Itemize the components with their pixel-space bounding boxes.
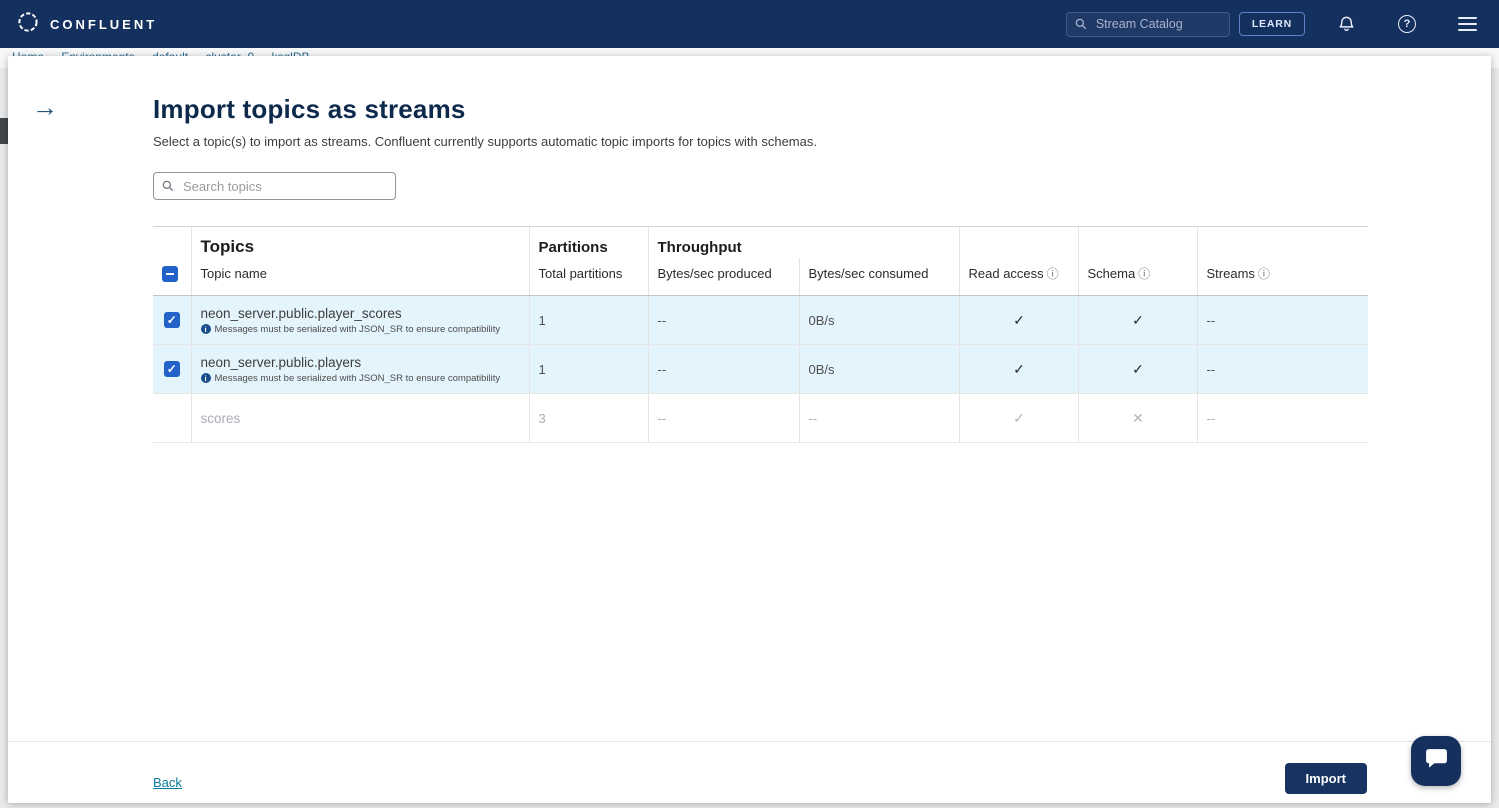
- check-icon: ✓: [1013, 361, 1025, 377]
- stream-catalog-input[interactable]: [1066, 12, 1230, 37]
- topic-search-input[interactable]: [153, 172, 396, 200]
- search-icon: [161, 179, 175, 198]
- collapse-panel-arrow-icon[interactable]: →: [32, 94, 58, 120]
- check-icon: ✓: [1132, 312, 1144, 328]
- row-checkbox-cell: [153, 296, 191, 345]
- info-icon[interactable]: ⓘ: [1258, 267, 1270, 281]
- cell-schema: ✓: [1078, 345, 1197, 394]
- cell-bytes-consumed: 0B/s: [799, 345, 959, 394]
- confluent-logo[interactable]: CONFLUENT: [16, 10, 157, 39]
- cell-streams: --: [1197, 296, 1368, 345]
- cell-streams: --: [1197, 345, 1368, 394]
- row-checkbox-cell: [153, 394, 191, 443]
- topics-table: Topics Partitions Throughput Topic name …: [153, 226, 1368, 443]
- notifications-bell-icon[interactable]: [1337, 15, 1356, 34]
- col-header-streams: Streamsⓘ: [1197, 258, 1368, 296]
- table-row[interactable]: neon_server.public.player_scores i Messa…: [153, 296, 1368, 345]
- col-header-topic-name: Topic name: [191, 258, 529, 296]
- cell-topic-name: scores: [191, 394, 529, 443]
- cell-bytes-consumed: 0B/s: [799, 296, 959, 345]
- cell-bytes-produced: --: [648, 394, 799, 443]
- col-header-read-access: Read accessⓘ: [959, 258, 1078, 296]
- import-button[interactable]: Import: [1285, 763, 1367, 794]
- check-icon: ✓: [1132, 361, 1144, 377]
- chat-widget-button[interactable]: [1411, 736, 1461, 786]
- row-checkbox[interactable]: [164, 312, 180, 328]
- select-all-checkbox[interactable]: [162, 266, 178, 282]
- table-row[interactable]: neon_server.public.players i Messages mu…: [153, 345, 1368, 394]
- cell-bytes-produced: --: [648, 345, 799, 394]
- topic-search: [153, 172, 396, 200]
- confluent-mark-icon: [16, 10, 40, 39]
- col-header-bytes-consumed: Bytes/sec consumed: [799, 258, 959, 296]
- group-header-throughput: Throughput: [648, 227, 959, 259]
- group-header-partitions: Partitions: [529, 227, 648, 259]
- import-topics-panel: → Import topics as streams Select a topi…: [8, 56, 1491, 803]
- cell-streams: --: [1197, 394, 1368, 443]
- check-icon: ✓: [1013, 312, 1025, 328]
- info-icon[interactable]: ⓘ: [1047, 267, 1059, 281]
- cell-bytes-consumed: --: [799, 394, 959, 443]
- row-checkbox-cell: [153, 345, 191, 394]
- info-icon[interactable]: ⓘ: [1138, 267, 1150, 281]
- cross-icon: ✕: [1132, 410, 1144, 426]
- cell-read-access: ✓: [959, 345, 1078, 394]
- cell-schema: ✕: [1078, 394, 1197, 443]
- cell-partitions: 1: [529, 296, 648, 345]
- header-spacer: [153, 227, 191, 259]
- cell-partitions: 1: [529, 345, 648, 394]
- table-row: scores 3 -- -- ✓ ✕ --: [153, 394, 1368, 443]
- info-icon: i: [201, 324, 211, 334]
- group-header-topics: Topics: [191, 227, 529, 259]
- info-icon: i: [201, 373, 211, 383]
- cell-read-access: ✓: [959, 394, 1078, 443]
- top-navbar: CONFLUENT LEARN ?: [0, 0, 1499, 48]
- check-icon: ✓: [1013, 410, 1025, 426]
- row-checkbox[interactable]: [164, 361, 180, 377]
- serialization-note: i Messages must be serialized with JSON_…: [201, 373, 521, 384]
- col-header-schema: Schemaⓘ: [1078, 258, 1197, 296]
- page-title: Import topics as streams: [153, 94, 1368, 125]
- menu-hamburger-icon[interactable]: [1458, 17, 1477, 31]
- cell-topic-name: neon_server.public.players i Messages mu…: [191, 345, 529, 394]
- help-icon[interactable]: ?: [1398, 15, 1416, 33]
- col-header-total-partitions: Total partitions: [529, 258, 648, 296]
- cell-partitions: 3: [529, 394, 648, 443]
- chat-bubble-icon: [1424, 746, 1449, 776]
- panel-footer: Back Import: [8, 741, 1491, 803]
- cell-topic-name: neon_server.public.player_scores i Messa…: [191, 296, 529, 345]
- search-icon: [1074, 17, 1088, 36]
- learn-button[interactable]: LEARN: [1239, 12, 1305, 36]
- col-header-bytes-produced: Bytes/sec produced: [648, 258, 799, 296]
- page-subtitle: Select a topic(s) to import as streams. …: [153, 134, 1368, 149]
- back-link[interactable]: Back: [153, 775, 182, 790]
- serialization-note: i Messages must be serialized with JSON_…: [201, 324, 521, 335]
- cell-bytes-produced: --: [648, 296, 799, 345]
- select-all-cell: [153, 258, 191, 296]
- stream-catalog-search: [1066, 12, 1230, 37]
- cell-read-access: ✓: [959, 296, 1078, 345]
- cell-schema: ✓: [1078, 296, 1197, 345]
- brand-text: CONFLUENT: [50, 17, 157, 32]
- side-panel-handle: [0, 118, 8, 144]
